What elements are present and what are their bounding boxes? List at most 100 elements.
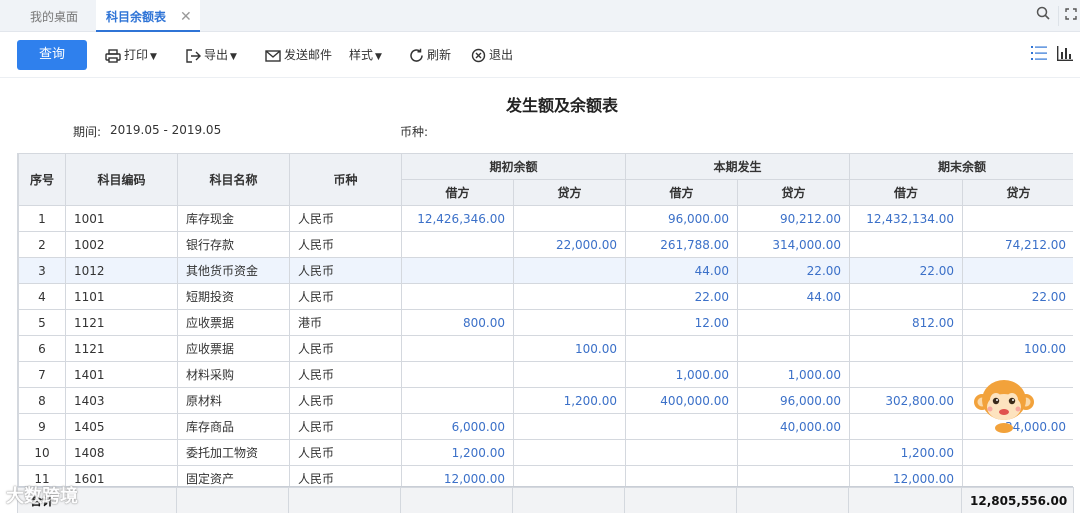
table-row[interactable]: 6 1121 应收票据 人民币 100.00 100.00 <box>18 335 1073 362</box>
row-name: 委托加工物资 <box>177 439 290 466</box>
row-opening-credit <box>512 257 627 284</box>
fullscreen-icon[interactable] <box>1062 0 1080 32</box>
row-opening-credit: 1,200.00 <box>512 387 627 414</box>
table-row[interactable]: 3 1012 其他货币资金 人民币 44.00 22.00 22.00 <box>18 257 1073 284</box>
close-icon[interactable]: ✕ <box>180 0 192 34</box>
row-currency: 人民币 <box>289 387 402 414</box>
refresh-button[interactable]: 刷新 <box>409 40 451 70</box>
row-seq: 4 <box>18 283 66 310</box>
style-button[interactable]: 样式 ▼ <box>349 40 382 70</box>
row-closing-credit: 22.00 <box>962 283 1073 310</box>
tab-bar: 我的桌面 科目余额表 ✕ <box>0 0 1080 32</box>
row-name: 银行存款 <box>177 231 290 258</box>
export-button[interactable]: 导出 ▼ <box>186 40 237 70</box>
row-closing-debit: 22.00 <box>849 257 964 284</box>
table-row[interactable]: 1 1001 库存现金 人民币 12,426,346.00 96,000.00 90,212… <box>18 205 1073 232</box>
row-code: 1012 <box>65 257 178 284</box>
row-code: 1403 <box>65 387 178 414</box>
total-cell <box>288 487 402 513</box>
row-current-credit: 44.00 <box>737 283 851 310</box>
row-name: 短期投资 <box>177 283 290 310</box>
tab-account-balance[interactable]: 科目余额表 ✕ <box>96 0 200 32</box>
row-current-debit <box>625 335 739 362</box>
row-opening-credit <box>512 413 627 440</box>
table-row[interactable]: 5 1121 应收票据 港币 800.00 12.00 812.00 <box>18 309 1073 336</box>
row-current-credit: 40,000.00 <box>737 413 851 440</box>
header-closing: 期末余额 <box>849 153 1073 180</box>
query-button[interactable]: 查询 <box>17 40 87 70</box>
watermark: 大数跨境 <box>6 482 78 508</box>
table-row[interactable]: 10 1408 委托加工物资 人民币 1,200.00 1,200.00 <box>18 439 1073 466</box>
row-opening-debit: 12,426,346.00 <box>401 205 514 232</box>
total-cell <box>624 487 738 513</box>
table-row[interactable]: 7 1401 材料采购 人民币 1,000.00 1,000.00 <box>18 361 1073 388</box>
header-name: 科目名称 <box>177 153 290 206</box>
row-currency: 人民币 <box>289 257 402 284</box>
row-current-debit: 1,000.00 <box>625 361 739 388</box>
row-opening-debit: 800.00 <box>401 309 514 336</box>
total-cell <box>848 487 963 513</box>
exit-button[interactable]: 退出 <box>471 40 513 70</box>
row-opening-debit <box>401 231 514 258</box>
row-code: 1401 <box>65 361 178 388</box>
row-current-credit: 314,000.00 <box>737 231 851 258</box>
table-row[interactable]: 8 1403 原材料 人民币 1,200.00 400,000.00 96,000.00 30… <box>18 387 1073 414</box>
row-currency: 人民币 <box>289 361 402 388</box>
row-name: 库存商品 <box>177 413 290 440</box>
row-current-debit <box>625 413 739 440</box>
currency-label: 币种: <box>400 125 429 139</box>
row-name: 库存现金 <box>177 205 290 232</box>
tab-home[interactable]: 我的桌面 <box>30 0 78 32</box>
report-title: 发生额及余额表 <box>505 96 618 115</box>
list-view-icon[interactable] <box>1030 44 1050 64</box>
watermark-text: 大数跨境 <box>6 486 78 507</box>
row-seq: 3 <box>18 257 66 284</box>
header-current: 本期发生 <box>625 153 851 180</box>
refresh-label: 刷新 <box>427 48 452 62</box>
row-opening-debit <box>401 387 514 414</box>
row-code: 1408 <box>65 439 178 466</box>
print-button[interactable]: 打印 ▼ <box>105 40 157 70</box>
row-closing-debit <box>849 283 964 310</box>
table-row[interactable]: 9 1405 库存商品 人民币 6,000.00 40,000.00 34,000.00 <box>18 413 1073 440</box>
row-code: 1121 <box>65 335 178 362</box>
refresh-icon <box>410 48 423 62</box>
row-opening-credit <box>512 439 627 466</box>
row-current-debit: 44.00 <box>625 257 739 284</box>
header-opening-debit: 借方 <box>401 179 514 206</box>
export-icon <box>186 48 201 63</box>
total-cell <box>736 487 850 513</box>
row-current-credit: 1,000.00 <box>737 361 851 388</box>
search-icon[interactable] <box>1028 0 1058 32</box>
monkey-mascot-icon[interactable] <box>972 374 1036 434</box>
table-row[interactable]: 4 1101 短期投资 人民币 22.00 44.00 22.00 <box>18 283 1073 310</box>
row-name: 应收票据 <box>177 309 290 336</box>
row-currency: 人民币 <box>289 205 402 232</box>
total-cell <box>512 487 626 513</box>
table-row[interactable]: 2 1002 银行存款 人民币 22,000.00 261,788.00 314,000.0… <box>18 231 1073 258</box>
header-seq: 序号 <box>18 153 66 206</box>
row-closing-debit: 812.00 <box>849 309 964 336</box>
row-current-credit: 90,212.00 <box>737 205 851 232</box>
row-seq: 5 <box>18 309 66 336</box>
row-current-debit: 96,000.00 <box>625 205 739 232</box>
chart-view-icon[interactable] <box>1056 44 1076 64</box>
row-seq: 10 <box>18 439 66 466</box>
row-current-debit: 12.00 <box>625 309 739 336</box>
row-opening-debit: 1,200.00 <box>401 439 514 466</box>
row-closing-credit <box>962 257 1073 284</box>
header-closing-debit: 借方 <box>849 179 964 206</box>
exit-label: 退出 <box>489 48 514 62</box>
row-closing-debit <box>849 361 964 388</box>
balance-table: 序号 科目编码 科目名称 币种 期初余额 本期发生 期末余额 借方 贷方 借方 … <box>17 153 1073 513</box>
row-opening-credit <box>512 283 627 310</box>
send-email-button[interactable]: 发送邮件 <box>265 40 332 70</box>
row-seq: 6 <box>18 335 66 362</box>
row-opening-credit: 22,000.00 <box>512 231 627 258</box>
row-seq: 1 <box>18 205 66 232</box>
row-current-credit <box>737 309 851 336</box>
row-opening-credit <box>512 361 627 388</box>
export-label: 导出 <box>204 48 229 62</box>
header-code: 科目编码 <box>65 153 178 206</box>
row-current-credit: 22.00 <box>737 257 851 284</box>
